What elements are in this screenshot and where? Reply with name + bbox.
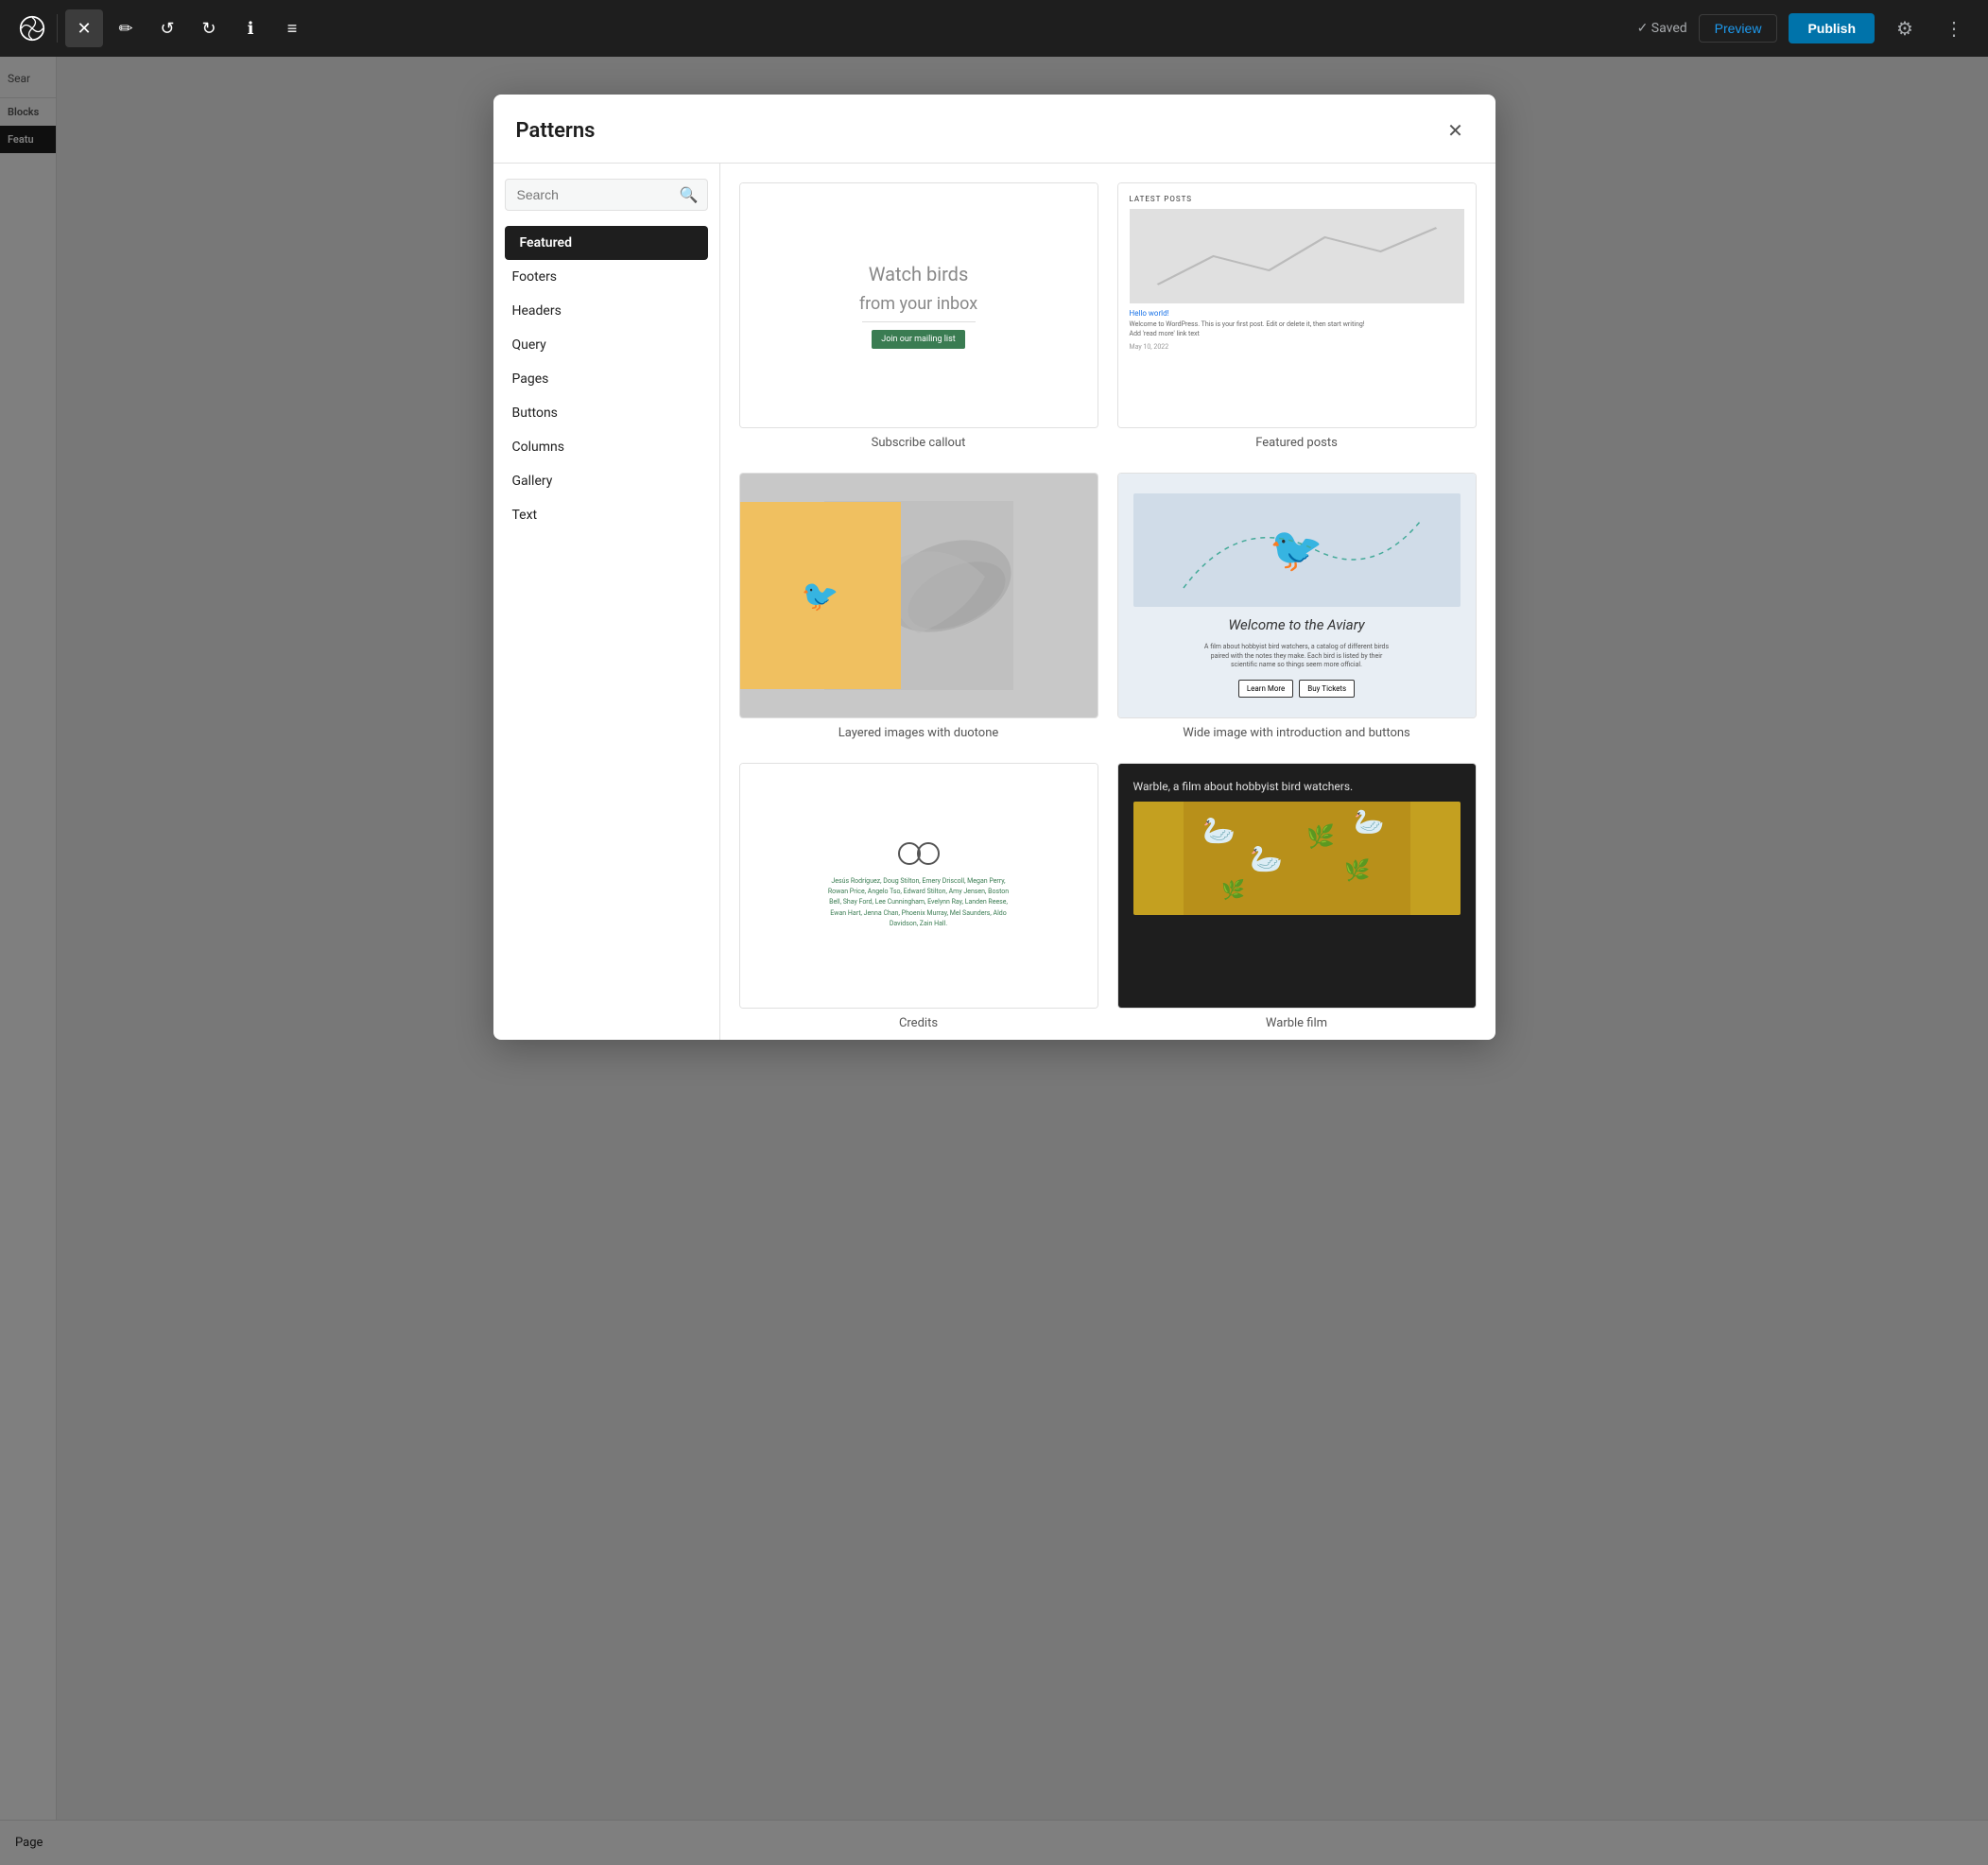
fp-image-area [1130,209,1464,303]
search-input[interactable] [505,179,708,211]
pattern-card-layered[interactable]: 🐦 Layered images with duotone [739,473,1098,744]
modal-body: 🔍 Featured Footers Headers Query Pages B… [493,164,1495,1040]
credits-names: Jesús Rodríguez, Doug Stilton, Emery Dri… [828,876,1009,929]
search-icon: 🔍 [680,186,699,204]
fp-post-body: Welcome to WordPress. This is your first… [1130,320,1464,330]
pattern-preview-layered: 🐦 [739,473,1098,718]
nav-item-pages[interactable]: Pages [493,362,719,396]
nav-item-headers[interactable]: Headers [493,294,719,328]
nav-item-query[interactable]: Query [493,328,719,362]
nav-item-gallery[interactable]: Gallery [493,464,719,498]
pattern-preview-featured-posts: LATEST POSTS Hello world! Welcome to Wor… [1117,182,1477,428]
pattern-label-subscribe: Subscribe callout [739,428,1098,454]
pattern-preview-credits: Jesús Rodríguez, Doug Stilton, Emery Dri… [739,763,1098,1009]
pattern-label-warble: Warble film [1117,1009,1477,1034]
featured-posts-preview: LATEST POSTS Hello world! Welcome to Wor… [1118,183,1476,427]
subscribe-from-inbox: from your inbox [859,294,977,314]
fp-post-date: May 10, 2022 [1130,343,1464,351]
warble-image-area: 🦢 🦢 🌿 🌿 🌿 🦢 [1133,802,1461,915]
redo-button[interactable]: ↻ [190,9,228,47]
subscribe-button: Join our mailing list [872,330,964,349]
nav-item-buttons[interactable]: Buttons [493,396,719,430]
fp-read-more: Add 'read more' link text [1130,330,1464,339]
subscribe-divider-line [862,321,976,322]
subscribe-watch-birds: Watch birds [869,262,969,286]
warble-title-rest: , a film about hobbyist bird watchers. [1168,780,1354,793]
preview-button[interactable]: Preview [1699,14,1778,43]
pattern-label-wide-image: Wide image with introduction and buttons [1117,718,1477,744]
svg-text:🦢: 🦢 [1354,808,1384,837]
credits-preview: Jesús Rodríguez, Doug Stilton, Emery Dri… [740,764,1098,1008]
pattern-card-subscribe[interactable]: Watch birds from your inbox Join our mai… [739,182,1098,454]
fp-post-title: Hello world! [1130,309,1464,318]
layered-bird-icon: 🐦 [802,578,839,613]
saved-status: ✓ Saved [1637,21,1687,36]
svg-text:🦢: 🦢 [1202,815,1236,846]
publish-button[interactable]: Publish [1789,13,1875,43]
wide-image-preview: 🐦 Welcome to the Aviary A film about hob… [1118,474,1476,717]
undo-button[interactable]: ↺ [148,9,186,47]
patterns-modal: Patterns ✕ 🔍 Featured Footers Headers Qu… [493,95,1495,1040]
modal-header: Patterns ✕ [493,95,1495,164]
svg-text:🌿: 🌿 [1306,823,1335,850]
wordpress-logo[interactable] [15,11,49,45]
pattern-label-featured-posts: Featured posts [1117,428,1477,454]
pattern-card-credits[interactable]: Jesús Rodríguez, Doug Stilton, Emery Dri… [739,763,1098,1034]
aviary-bird-area: 🐦 [1133,493,1461,607]
edit-button[interactable]: ✏ [107,9,145,47]
close-button[interactable]: ✕ [65,9,103,47]
pattern-preview-warble: Warble, a film about hobbyist bird watch… [1117,763,1477,1009]
credits-circles [898,842,940,865]
info-button[interactable]: ℹ [232,9,269,47]
nav-item-columns[interactable]: Columns [493,430,719,464]
pattern-label-layered: Layered images with duotone [739,718,1098,744]
pattern-preview-wide-image: 🐦 Welcome to the Aviary A film about hob… [1117,473,1477,718]
aviary-buttons: Learn More Buy Tickets [1238,680,1355,698]
warble-title-italic: Warble [1133,780,1168,793]
fp-latest-posts-title: LATEST POSTS [1130,195,1464,203]
patterns-content: Watch birds from your inbox Join our mai… [720,164,1495,1040]
search-box: 🔍 [505,179,708,211]
more-options-button[interactable]: ⋮ [1935,9,1973,47]
layered-preview: 🐦 [740,474,1098,717]
warble-preview: Warble, a film about hobbyist bird watch… [1118,764,1476,1008]
pattern-label-credits: Credits [739,1009,1098,1034]
pattern-card-featured-posts[interactable]: LATEST POSTS Hello world! Welcome to Wor… [1117,182,1477,454]
modal-sidebar-nav: 🔍 Featured Footers Headers Query Pages B… [493,164,720,1040]
nav-item-footers[interactable]: Footers [493,260,719,294]
subscribe-preview: Watch birds from your inbox Join our mai… [740,183,1098,427]
svg-text:🌿: 🌿 [1221,878,1245,901]
pattern-preview-subscribe: Watch birds from your inbox Join our mai… [739,182,1098,428]
settings-button[interactable]: ⚙ [1886,9,1924,47]
modal-close-button[interactable]: ✕ [1439,113,1473,147]
nav-item-featured[interactable]: Featured [505,226,708,260]
aviary-learn-more-btn[interactable]: Learn More [1238,680,1293,698]
aviary-buy-tickets-btn[interactable]: Buy Tickets [1299,680,1355,698]
warble-film-title: Warble, a film about hobbyist bird watch… [1133,779,1461,794]
svg-text:🌿: 🌿 [1344,858,1370,883]
divider [57,14,58,43]
pattern-card-warble[interactable]: Warble, a film about hobbyist bird watch… [1117,763,1477,1034]
patterns-grid: Watch birds from your inbox Join our mai… [739,182,1477,1034]
layered-yellow-box: 🐦 [740,502,901,689]
nav-item-text[interactable]: Text [493,498,719,532]
modal-title: Patterns [516,119,596,143]
svg-text:🦢: 🦢 [1250,843,1283,874]
top-bar-right: ✓ Saved Preview Publish ⚙ ⋮ [1637,9,1973,47]
modal-overlay: Patterns ✕ 🔍 Featured Footers Headers Qu… [0,57,1988,1865]
top-bar: ✕ ✏ ↺ ↻ ℹ ≡ ✓ Saved Preview Publish ⚙ ⋮ [0,0,1988,57]
aviary-description: A film about hobbyist bird watchers, a c… [1202,643,1392,670]
pattern-card-wide-image[interactable]: 🐦 Welcome to the Aviary A film about hob… [1117,473,1477,744]
editor-actions: ✕ ✏ ↺ ↻ ℹ ≡ [65,9,311,47]
aviary-title: Welcome to the Aviary [1228,616,1364,633]
credits-circle-2 [917,842,940,865]
list-view-button[interactable]: ≡ [273,9,311,47]
